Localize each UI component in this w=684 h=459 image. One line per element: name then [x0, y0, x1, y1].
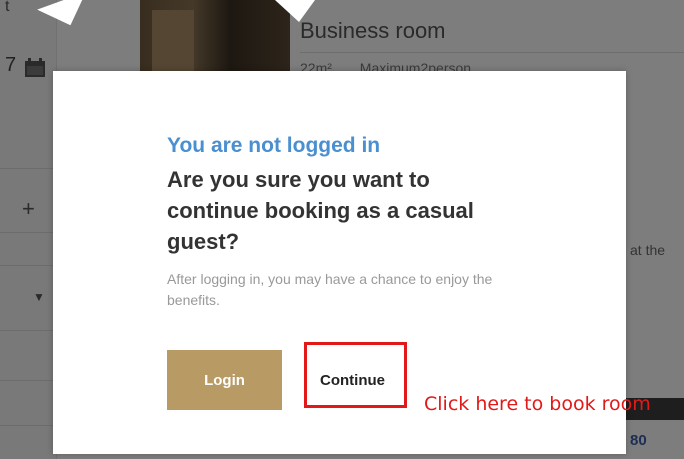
login-button[interactable]: Login — [167, 350, 282, 410]
dialog-note: After logging in, you may have a chance … — [167, 271, 493, 308]
dialog-heading: You are not logged in — [167, 134, 381, 157]
annotation-label: Click here to book room — [424, 393, 651, 415]
dialog-question: Are you sure you want to continue bookin… — [167, 167, 474, 254]
continue-button[interactable]: Continue — [305, 350, 400, 410]
